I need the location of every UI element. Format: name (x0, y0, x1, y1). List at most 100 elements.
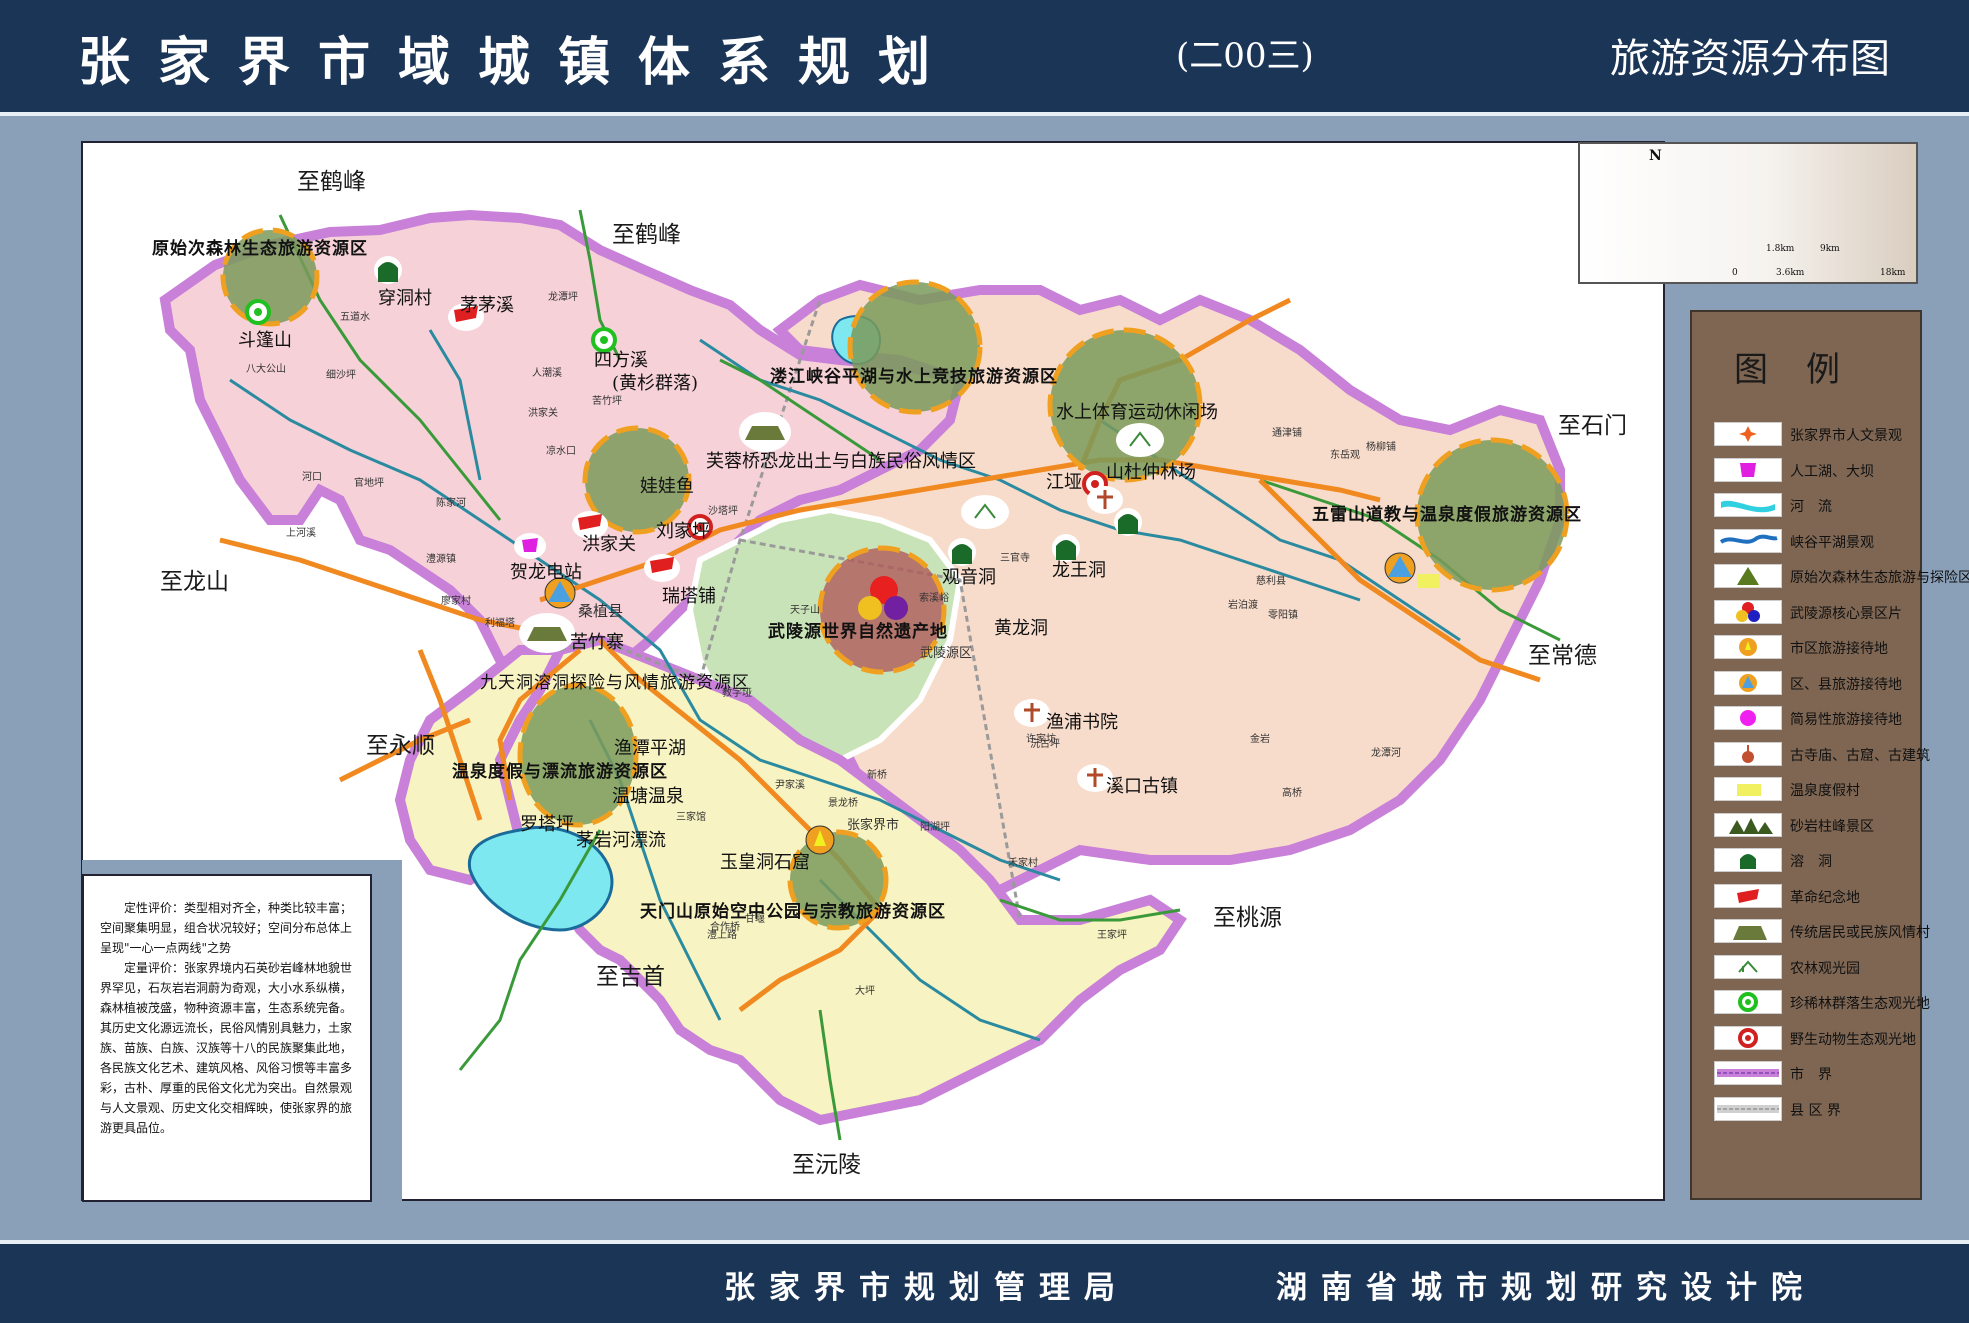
place-label: 金岩 (1250, 734, 1270, 745)
legend-item: 原始次森林生态旅游与探险区 (1714, 564, 1969, 594)
spot-yutan: 渔潭平湖 (614, 738, 686, 759)
place-label: 杨柳铺 (1366, 442, 1396, 453)
place-label: 龙潭坪 (548, 292, 578, 303)
place-label: 三官寺 (1000, 553, 1030, 564)
place-label: 王家坪 (1097, 930, 1127, 941)
place-label: 慈利县 (1256, 576, 1286, 587)
lake-dam-icon (514, 533, 546, 559)
place-label: 官地坪 (354, 478, 384, 489)
red-flag-icon (1714, 883, 1782, 908)
zone-label-wentang: 温泉度假与漂流旅游资源区 (452, 762, 668, 782)
dir-yongshun: 至永顺 (366, 733, 435, 759)
place-label: 零阳镇 (1268, 610, 1298, 621)
legend-item: 传统居民或民族风情村 (1714, 919, 1930, 949)
spot-yuhuangdong: 玉皇洞石窟 (720, 852, 810, 873)
legend-title: 图例 (1734, 350, 1878, 390)
north-label: N (1649, 148, 1662, 164)
dir-taoyuan: 至桃源 (1213, 905, 1282, 931)
spot-liujiaping: 刘家坪 (656, 521, 710, 542)
place-label: 澧上路 (707, 930, 737, 941)
scale-label: 18km (1880, 268, 1906, 278)
legend-label: 古寺庙、古窟、古建筑 (1790, 747, 1930, 764)
scale-label: 9km (1820, 244, 1840, 254)
footer-bar: 张家界市规划管理局 湖南省城市规划研究设计院 (0, 1240, 1969, 1323)
legend-item: 野生动物生态观光地 (1714, 1025, 1924, 1056)
compass-panel: N 1.8km 9km 0 3.6km 18km (1578, 142, 1918, 284)
spot-wentang: 温塘温泉 (612, 786, 684, 807)
spot-ruitapu: 瑞塔铺 (662, 586, 716, 607)
legend-label: 区、县旅游接待地 (1790, 676, 1902, 693)
place-label: 东岳观 (1330, 450, 1360, 461)
zone-label-forest: 原始次森林生态旅游资源区 (152, 239, 368, 259)
legend-item: 市 界 (1714, 1061, 1924, 1091)
spot-hongjiaguan: 洪家关 (582, 534, 636, 555)
description-qualitative: 定性评价：类型相对齐全，种类比较丰富；空间聚集明显，组合状况较好；空间分布总体上… (100, 901, 353, 955)
village-icon (519, 613, 575, 653)
spot-zjjcity: 张家界市 (847, 818, 900, 833)
place-label: 陈家河 (436, 498, 466, 509)
temple-icon (1014, 699, 1050, 727)
temple-icon (1714, 741, 1782, 766)
cross-star-icon (1714, 422, 1782, 446)
legend-item: 河 流 (1714, 493, 1924, 523)
place-label: 人潮溪 (532, 368, 562, 379)
legend-label: 野生动物生态观光地 (1790, 1031, 1916, 1048)
red-flag-icon (644, 554, 680, 582)
gorge-lake-icon (1714, 528, 1782, 553)
dir-yuanling: 至沅陵 (792, 1152, 861, 1178)
dir-longshan: 至龙山 (160, 569, 229, 595)
legend-label: 砂岩柱峰景区 (1790, 818, 1874, 835)
spot-maoyanhe: 茅岩河漂流 (576, 830, 666, 851)
rare-forest-icon (245, 299, 271, 325)
legend-item: 人工湖、大坝 (1714, 457, 1924, 488)
dir-jishou: 至吉首 (596, 964, 665, 990)
legend-label: 市区旅游接待地 (1790, 641, 1888, 657)
legend-item: 区、县旅游接待地 (1714, 670, 1924, 701)
river-icon (1714, 493, 1782, 517)
place-label: 甘堰 (745, 914, 765, 925)
zone-circle-loujiang (847, 279, 983, 415)
place-label: 沙塔坪 (708, 506, 738, 517)
legend-item: 珍稀林群落生态观光地 (1714, 990, 1930, 1020)
legend-item: 溶 洞 (1714, 848, 1924, 878)
spot-maomaoxi: 茅茅溪 (460, 295, 514, 316)
place-label: 教字垭 (722, 688, 752, 699)
spot-luotaping: 罗塔坪 (520, 814, 574, 835)
spot-chuandong: 穿洞村 (378, 288, 432, 309)
legend-label: 传统居民或民族风情村 (1790, 925, 1930, 941)
spot-huangshan: (黄杉群落) (612, 373, 699, 394)
dir-shimen: 至石门 (1558, 413, 1627, 439)
place-label: 廖家村 (441, 596, 471, 607)
place-label: 索溪峪 (919, 593, 949, 604)
footer-right: 湖南省城市规划研究设计院 (1276, 1270, 1816, 1306)
spot-shuishang: 水上体育运动休闲场 (1056, 402, 1218, 423)
place-label: 凉水口 (546, 446, 576, 457)
place-label: 高桥 (1282, 788, 1302, 799)
zone-label-wulingyuan: 武陵源世界自然遗产地 (768, 622, 948, 642)
city-boundary-icon (1714, 1061, 1782, 1085)
place-label: 河口 (302, 472, 322, 483)
rare-forest-icon (1714, 990, 1782, 1014)
legend-label: 县 区 界 (1790, 1102, 1841, 1119)
lake-dam-icon (1714, 457, 1782, 482)
cave-icon (1114, 508, 1142, 536)
village-icon (1714, 919, 1782, 943)
legend-item: 简易性旅游接待地 (1714, 706, 1924, 736)
zone-label-tianmen: 天门山原始空中公园与宗教旅游资源区 (640, 902, 946, 922)
place-label: 八大公山 (246, 364, 286, 375)
place-label: 天子山 (790, 605, 820, 616)
legend-item: 温泉度假村 (1714, 777, 1924, 807)
legend-label: 人工湖、大坝 (1790, 463, 1874, 480)
cave-icon (1714, 848, 1782, 872)
place-label: 澧源镇 (426, 554, 456, 565)
spot-furongqiao: 芙蓉桥恐龙出土与白族民俗风情区 (706, 451, 976, 472)
place-label: 上河溪 (286, 528, 316, 539)
place-label: 苦竹坪 (592, 396, 622, 407)
core-zone-icon (1714, 599, 1782, 624)
place-label: 龙潭河 (1371, 748, 1401, 759)
place-label: 五道水 (340, 312, 370, 323)
description-box: 定性评价：类型相对齐全，种类比较丰富；空间聚集明显，组合状况较好；空间分布总体上… (82, 874, 372, 1202)
county-boundary-icon (1714, 1096, 1782, 1121)
legend-item: 市区旅游接待地 (1714, 635, 1924, 665)
spot-doupengshan: 斗篷山 (238, 330, 292, 351)
